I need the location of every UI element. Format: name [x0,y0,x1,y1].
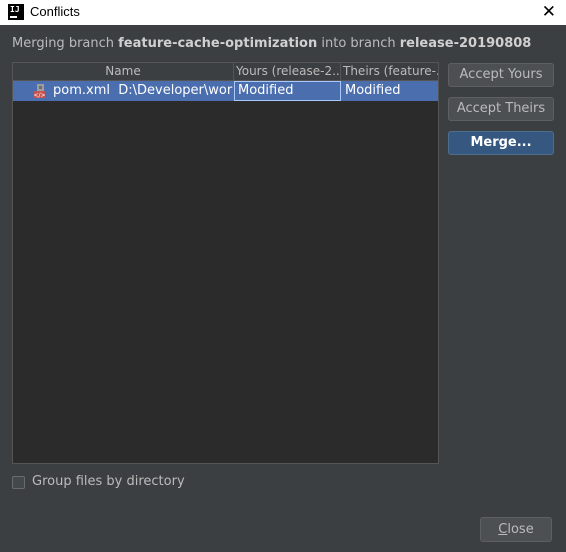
yours-status-cell: Modified [234,81,341,101]
table-header: Name Yours (release-2... Theirs (feature… [13,63,438,81]
column-header-name[interactable]: Name [13,63,234,80]
intellij-idea-icon: IJ [8,4,24,20]
close-button[interactable]: Close [480,517,552,542]
close-label: lose [507,522,534,537]
accept-yours-button[interactable]: Accept Yours [448,63,554,87]
message-prefix: Merging branch [12,36,119,51]
app-icon-text: IJ [10,5,20,14]
file-cell: pom.xml D:\Developer\worksp [53,81,233,101]
close-window-icon[interactable]: ✕ [542,2,556,22]
source-branch: feature-cache-optimization [118,36,318,51]
file-name: pom.xml [53,83,110,98]
merge-button[interactable]: Merge... [448,131,554,155]
conflicts-table[interactable]: Name Yours (release-2... Theirs (feature… [12,62,439,464]
title-bar: IJ Conflicts ✕ [0,0,566,25]
maven-file-icon: </> [33,84,46,99]
table-row[interactable]: </> pom.xml D:\Developer\worksp Modified… [13,81,438,101]
close-mnemonic: C [498,522,508,537]
column-header-theirs[interactable]: Theirs (feature-... [341,63,438,80]
group-by-directory-checkbox[interactable] [12,476,25,489]
window-title: Conflicts [30,4,80,19]
group-by-directory-label: Group files by directory [32,474,185,489]
message-middle: into branch [317,36,400,51]
theirs-status-cell: Modified [345,83,401,98]
accept-theirs-button[interactable]: Accept Theirs [448,97,554,121]
file-path: D:\Developer\worksp [118,83,233,98]
svg-text:</>: </> [33,92,45,99]
merge-message: Merging branch feature-cache-optimizatio… [12,36,531,51]
target-branch: release-20190808 [399,36,532,51]
column-header-yours[interactable]: Yours (release-2... [234,63,341,80]
